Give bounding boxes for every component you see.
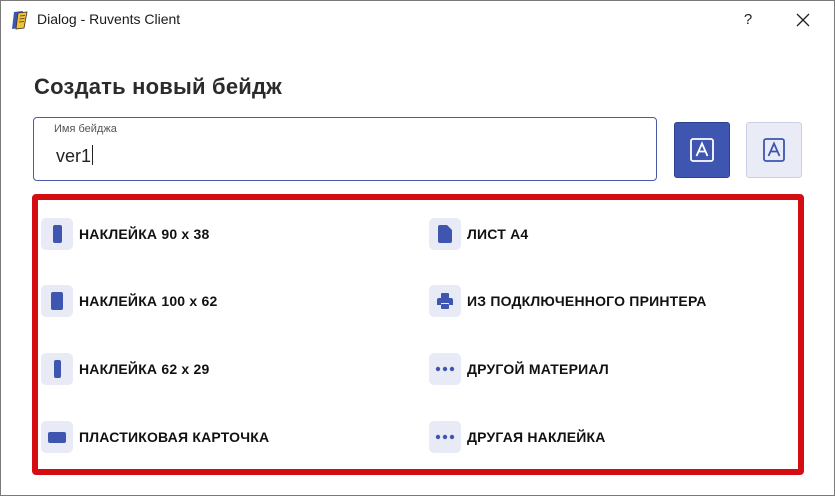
page-title: Создать новый бейдж [34,74,282,99]
option-sticker-62x29[interactable]: НАКЛЕЙКА 62 x 29 [41,353,209,385]
badge-name-field[interactable]: Имя бейджа ver1 [33,117,657,181]
label-narrow-icon [41,353,73,385]
card-landscape-icon [41,421,73,453]
text-style-button[interactable] [746,122,802,178]
option-label: ДРУГОЙ МАТЕРИАЛ [467,361,609,377]
help-button[interactable]: ? [733,7,763,33]
printer-icon [429,285,461,317]
option-sticker-100x62[interactable]: НАКЛЕЙКА 100 x 62 [41,285,217,317]
option-sticker-90x38[interactable]: НАКЛЕЙКА 90 x 38 [41,218,209,250]
label-portrait-icon [41,218,73,250]
title-bar: Dialog - Ruvents Client ? [1,1,834,39]
dialog-window: Dialog - Ruvents Client ? Создать новый … [0,0,835,496]
option-other-material[interactable]: ДРУГОЙ МАТЕРИАЛ [429,353,609,385]
more-dots-icon [429,353,461,385]
window-title: Dialog - Ruvents Client [37,11,181,27]
badge-name-label: Имя бейджа [54,123,117,135]
letter-a-box-icon [763,138,785,162]
option-label: ИЗ ПОДКЛЮЧЕННОГО ПРИНТЕРА [467,293,707,309]
letter-a-box-icon [690,138,714,162]
more-dots-icon [429,421,461,453]
label-portrait-large-icon [41,285,73,317]
badge-name-value: ver1 [56,146,92,166]
option-other-sticker[interactable]: ДРУГАЯ НАКЛЕЙКА [429,421,606,453]
option-label: ДРУГАЯ НАКЛЕЙКА [467,429,606,445]
app-logo-icon [11,10,29,30]
option-from-printer[interactable]: ИЗ ПОДКЛЮЧЕННОГО ПРИНТЕРА [429,285,707,317]
close-icon [796,13,810,27]
document-icon [429,218,461,250]
option-label: ПЛАСТИКОВАЯ КАРТОЧКА [79,429,270,445]
option-sheet-a4[interactable]: ЛИСТ A4 [429,218,528,250]
text-caret [92,145,94,165]
option-label: НАКЛЕЙКА 90 x 38 [79,226,210,242]
close-button[interactable] [788,7,818,33]
option-label: ЛИСТ A4 [467,226,529,242]
text-style-button-active[interactable] [674,122,730,178]
option-label: НАКЛЕЙКА 62 x 29 [79,361,210,377]
option-plastic-card[interactable]: ПЛАСТИКОВАЯ КАРТОЧКА [41,421,269,453]
badge-name-input[interactable]: ver1 [56,145,94,167]
option-label: НАКЛЕЙКА 100 x 62 [79,293,218,309]
